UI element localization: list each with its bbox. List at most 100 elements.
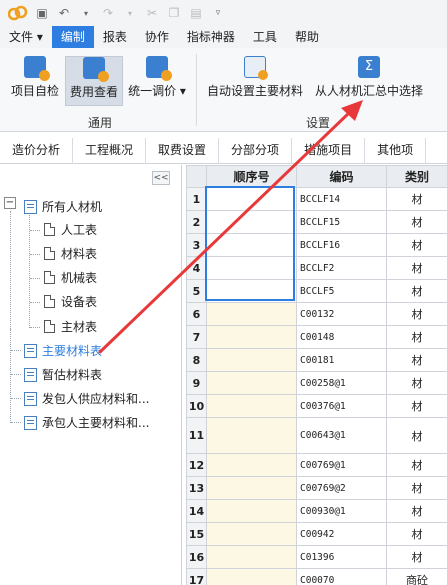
row-number[interactable]: 8 xyxy=(186,348,207,372)
code-cell[interactable]: BCCLF16 xyxy=(296,233,387,257)
sequence-cell[interactable] xyxy=(206,522,297,546)
sequence-cell[interactable] xyxy=(206,210,297,234)
undo-icon[interactable]: ↶ xyxy=(56,6,72,20)
table-row[interactable]: 15 C00942 材 xyxy=(186,522,447,546)
category-cell[interactable]: 材 xyxy=(386,476,447,500)
sequence-cell[interactable] xyxy=(206,476,297,500)
row-number[interactable]: 11 xyxy=(186,417,207,454)
tree-item-labor[interactable]: 人工表 xyxy=(61,220,97,240)
row-number[interactable]: 1 xyxy=(186,187,207,211)
category-cell[interactable]: 材 xyxy=(386,348,447,372)
row-number[interactable]: 5 xyxy=(186,279,207,303)
table-row[interactable]: 6 C00132 材 xyxy=(186,302,447,326)
category-cell[interactable]: 材 xyxy=(386,371,447,395)
row-number[interactable]: 6 xyxy=(186,302,207,326)
sequence-cell[interactable] xyxy=(206,394,297,418)
menu-report[interactable]: 报表 xyxy=(94,26,136,48)
code-cell[interactable]: C00769@2 xyxy=(296,476,387,500)
code-cell[interactable]: C00070 xyxy=(296,568,387,585)
table-row[interactable]: 3 BCCLF16 材 xyxy=(186,233,447,257)
copy-icon[interactable]: ❐ xyxy=(166,6,182,20)
category-cell[interactable]: 材 xyxy=(386,210,447,234)
code-cell[interactable]: C00376@1 xyxy=(296,394,387,418)
table-row[interactable]: 9 C00258@1 材 xyxy=(186,371,447,395)
table-row[interactable]: 4 BCCLF2 材 xyxy=(186,256,447,280)
sequence-cell[interactable] xyxy=(206,256,297,280)
category-cell[interactable]: 材 xyxy=(386,187,447,211)
table-row[interactable]: 17 C00070 商砼 xyxy=(186,568,447,585)
code-cell[interactable]: BCCLF15 xyxy=(296,210,387,234)
tree-item-main-materials[interactable]: 主要材料表 xyxy=(42,341,102,361)
redo-dropdown-icon[interactable]: ▾ xyxy=(122,9,138,18)
row-number[interactable]: 10 xyxy=(186,394,207,418)
category-cell[interactable]: 材 xyxy=(386,279,447,303)
category-cell[interactable]: 材 xyxy=(386,394,447,418)
tree-expand-toggle[interactable]: − xyxy=(4,197,16,209)
tab-cost-analysis[interactable]: 造价分析 xyxy=(0,138,74,164)
table-row[interactable]: 11 C00643@1 材 xyxy=(186,417,447,454)
row-number[interactable]: 17 xyxy=(186,568,207,585)
tree-item-materials[interactable]: 材料表 xyxy=(61,244,97,264)
category-cell[interactable]: 商砼 xyxy=(386,568,447,585)
customize-toolbar-icon[interactable]: ▿ xyxy=(210,8,226,18)
redo-icon[interactable]: ↷ xyxy=(100,6,116,20)
tree-item-contractor-main[interactable]: 承包人主要材料和... xyxy=(42,413,149,433)
sequence-cell[interactable] xyxy=(206,302,297,326)
sequence-cell[interactable] xyxy=(206,233,297,257)
table-row[interactable]: 16 C01396 材 xyxy=(186,545,447,569)
tab-project-overview[interactable]: 工程概况 xyxy=(73,138,147,164)
menu-tools[interactable]: 工具 xyxy=(244,26,286,48)
row-number[interactable]: 9 xyxy=(186,371,207,395)
sequence-cell[interactable] xyxy=(206,371,297,395)
sequence-cell[interactable] xyxy=(206,279,297,303)
tree-item-equipment[interactable]: 设备表 xyxy=(61,292,97,312)
menu-collab[interactable]: 协作 xyxy=(136,26,178,48)
cut-icon[interactable]: ✂ xyxy=(144,6,160,20)
header-code[interactable]: 编码 xyxy=(296,165,387,188)
table-row[interactable]: 8 C00181 材 xyxy=(186,348,447,372)
category-cell[interactable]: 材 xyxy=(386,545,447,569)
tree-item-employer-supplied[interactable]: 发包人供应材料和... xyxy=(42,389,149,409)
code-cell[interactable]: BCCLF14 xyxy=(296,187,387,211)
table-row[interactable]: 7 C00148 材 xyxy=(186,325,447,349)
sequence-cell[interactable] xyxy=(206,187,297,211)
category-cell[interactable]: 材 xyxy=(386,499,447,523)
category-cell[interactable]: 材 xyxy=(386,233,447,257)
sequence-cell[interactable] xyxy=(206,453,297,477)
row-number[interactable]: 13 xyxy=(186,476,207,500)
row-number[interactable]: 3 xyxy=(186,233,207,257)
sequence-cell[interactable] xyxy=(206,545,297,569)
paste-icon[interactable]: ▤ xyxy=(188,6,204,20)
unified-price-button[interactable]: 统一调价 ▾ xyxy=(126,56,188,106)
tree-root-all-materials[interactable]: 所有人材机 xyxy=(42,197,102,217)
code-cell[interactable]: C00643@1 xyxy=(296,417,387,454)
row-number[interactable]: 15 xyxy=(186,522,207,546)
row-number[interactable]: 2 xyxy=(186,210,207,234)
row-number[interactable]: 7 xyxy=(186,325,207,349)
menu-index-tool[interactable]: 指标神器 xyxy=(178,26,244,48)
code-cell[interactable]: C00181 xyxy=(296,348,387,372)
sequence-cell[interactable] xyxy=(206,417,297,454)
tree-item-provisional-materials[interactable]: 暂估材料表 xyxy=(42,365,102,385)
tree-item-main-materials-sub[interactable]: 主材表 xyxy=(61,317,97,337)
row-number[interactable]: 14 xyxy=(186,499,207,523)
header-sequence[interactable]: 顺序号 xyxy=(206,165,297,188)
table-row[interactable]: 13 C00769@2 材 xyxy=(186,476,447,500)
collapse-panel-button[interactable]: << xyxy=(152,171,170,185)
tree-item-machinery[interactable]: 机械表 xyxy=(61,268,97,288)
category-cell[interactable]: 材 xyxy=(386,302,447,326)
fee-view-button[interactable]: 费用查看 xyxy=(65,56,123,106)
table-row[interactable]: 1 BCCLF14 材 xyxy=(186,187,447,211)
save-icon[interactable]: ▣ xyxy=(34,6,50,20)
tab-other[interactable]: 其他项 xyxy=(365,138,427,164)
code-cell[interactable]: C01396 xyxy=(296,545,387,569)
code-cell[interactable]: BCCLF2 xyxy=(296,256,387,280)
select-from-summary-button[interactable]: Σ 从人材机汇总中选择 xyxy=(312,56,426,106)
code-cell[interactable]: C00148 xyxy=(296,325,387,349)
project-self-check-button[interactable]: 项目自检 xyxy=(6,56,64,106)
code-cell[interactable]: C00258@1 xyxy=(296,371,387,395)
tab-measures[interactable]: 措施项目 xyxy=(292,138,366,164)
category-cell[interactable]: 材 xyxy=(386,256,447,280)
table-row[interactable]: 5 BCCLF5 材 xyxy=(186,279,447,303)
tab-fee-settings[interactable]: 取费设置 xyxy=(146,138,220,164)
